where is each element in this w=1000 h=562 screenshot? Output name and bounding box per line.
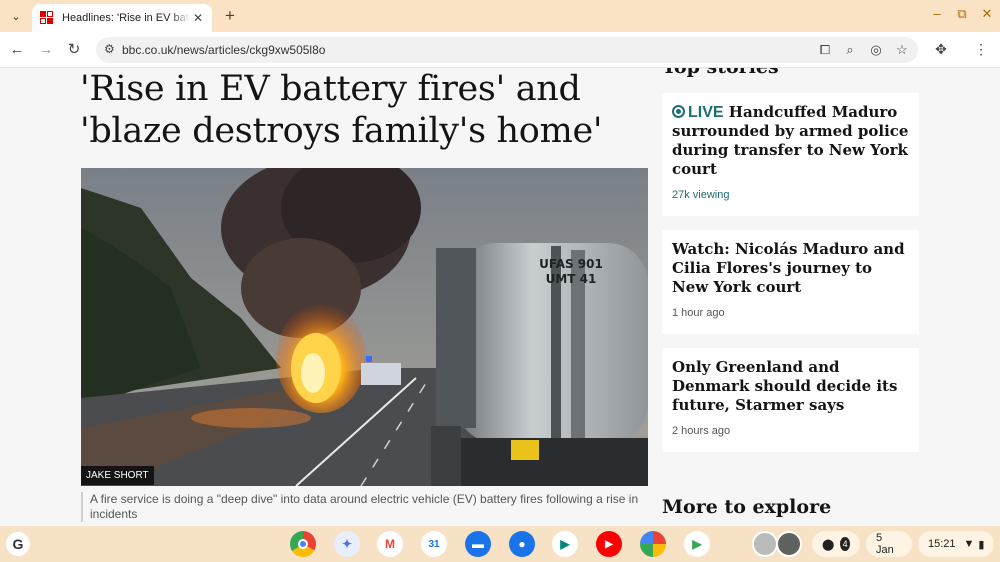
play-store-app-icon[interactable]: ▶ bbox=[684, 531, 710, 557]
cast-icon[interactable]: ⧠ bbox=[816, 42, 834, 58]
image-caption: A fire service is doing a "deep dive" in… bbox=[81, 492, 651, 522]
svg-text:UFAS 901: UFAS 901 bbox=[539, 257, 603, 271]
article-headline: 'Rise in EV battery fires' and 'blaze de… bbox=[80, 69, 603, 151]
top-story-headline[interactable]: Only Greenland and Denmark should decide… bbox=[672, 358, 909, 415]
zoom-icon[interactable]: ⌕ bbox=[841, 42, 859, 58]
recent-screenshot-thumbnail[interactable] bbox=[752, 531, 778, 557]
reload-icon[interactable]: ↻ bbox=[64, 40, 84, 60]
browser-tab-active[interactable]: Headlines: 'Rise in EV battery fi ✕ bbox=[32, 4, 212, 32]
battery-icon: ▮ bbox=[978, 538, 985, 551]
gmail-app-icon[interactable]: M bbox=[377, 531, 403, 557]
story-meta: 1 hour ago bbox=[672, 307, 725, 319]
eye-off-icon[interactable]: ◎ bbox=[867, 42, 885, 58]
restore-window-icon[interactable]: ⧉ bbox=[953, 6, 971, 22]
bbc-favicon-icon bbox=[40, 11, 54, 25]
record-icon: ⬤ bbox=[822, 538, 835, 551]
more-to-explore-heading: More to explore bbox=[662, 496, 832, 518]
site-info-icon[interactable]: ⚙ bbox=[104, 42, 115, 56]
address-bar[interactable]: ⚙ bbc.co.uk/news/articles/ckg9xw505l8o ⧠… bbox=[96, 37, 918, 63]
photos-app-icon[interactable] bbox=[640, 531, 666, 557]
top-story-card[interactable]: Only Greenland and Denmark should decide… bbox=[662, 348, 919, 452]
top-story-card[interactable]: Watch: Nicolás Maduro and Cilia Flores's… bbox=[662, 230, 919, 334]
gemini-app-icon[interactable]: ✦ bbox=[334, 531, 360, 557]
story-meta: 2 hours ago bbox=[672, 425, 731, 437]
bookmark-star-icon[interactable]: ☆ bbox=[893, 42, 911, 58]
tab-strip: ⌄ Headlines: 'Rise in EV battery fi ✕ + … bbox=[0, 0, 1000, 32]
svg-text:UMT 41: UMT 41 bbox=[546, 272, 597, 286]
date-pill[interactable]: 5 Jan bbox=[866, 531, 912, 557]
fire-scene-illustration: UFAS 901 UMT 41 bbox=[81, 168, 648, 486]
chrome-app-icon[interactable] bbox=[290, 531, 316, 557]
browser-toolbar: ← → ↻ ⚙ bbc.co.uk/news/articles/ckg9xw50… bbox=[0, 32, 1000, 68]
close-window-icon[interactable]: ✕ bbox=[978, 6, 996, 22]
top-story-card[interactable]: LIVE Handcuffed Maduro surrounded by arm… bbox=[662, 93, 919, 216]
clock: 15:21 bbox=[928, 538, 956, 550]
menu-kebab-icon[interactable]: ⋮ bbox=[972, 41, 990, 58]
article-hero-image: UFAS 901 UMT 41 bbox=[81, 168, 648, 486]
notification-count: 4 bbox=[840, 537, 850, 551]
tab-close-icon[interactable]: ✕ bbox=[190, 11, 206, 25]
notification-pill[interactable]: ⬤ 4 bbox=[812, 531, 860, 557]
calendar-app-icon[interactable]: 31 bbox=[421, 531, 447, 557]
live-indicator-icon bbox=[672, 105, 685, 118]
messages-app-icon[interactable]: ● bbox=[509, 531, 535, 557]
back-icon[interactable]: ← bbox=[7, 40, 27, 60]
files-app-icon[interactable]: ▬ bbox=[465, 531, 491, 557]
live-label: LIVE bbox=[688, 104, 724, 121]
extensions-icon[interactable]: ✥ bbox=[932, 41, 950, 58]
wifi-icon: ▼ bbox=[963, 538, 975, 550]
tab-title: Headlines: 'Rise in EV battery fi bbox=[62, 12, 190, 24]
story-meta: 27k viewing bbox=[672, 189, 730, 201]
os-shelf: G ✦ M 31 ▬ ● ▶ ▶ ▶ ⬤ 4 5 Jan 15:21 ▼ ▮ bbox=[0, 526, 1000, 562]
meet-app-icon[interactable]: ▶ bbox=[552, 531, 578, 557]
top-stories-heading: Top stories bbox=[662, 68, 779, 78]
url-text[interactable]: bbc.co.uk/news/articles/ckg9xw505l8o bbox=[122, 43, 325, 57]
launcher-button[interactable]: G bbox=[6, 532, 30, 556]
article-page: 'Rise in EV battery fires' and 'blaze de… bbox=[0, 68, 1000, 530]
forward-icon[interactable]: → bbox=[36, 40, 56, 60]
image-credit: JAKE SHORT bbox=[81, 466, 154, 485]
new-tab-button[interactable]: + bbox=[220, 6, 240, 26]
recent-screenshot-thumbnail[interactable] bbox=[776, 531, 802, 557]
tab-search-chevron-icon[interactable]: ⌄ bbox=[6, 6, 26, 26]
status-tray[interactable]: 15:21 ▼ ▮ bbox=[918, 531, 994, 557]
minimize-window-icon[interactable]: – bbox=[928, 6, 946, 21]
youtube-app-icon[interactable]: ▶ bbox=[596, 531, 622, 557]
top-story-headline[interactable]: Watch: Nicolás Maduro and Cilia Flores's… bbox=[672, 240, 909, 297]
top-story-title[interactable]: LIVE Handcuffed Maduro surrounded by arm… bbox=[672, 103, 909, 179]
